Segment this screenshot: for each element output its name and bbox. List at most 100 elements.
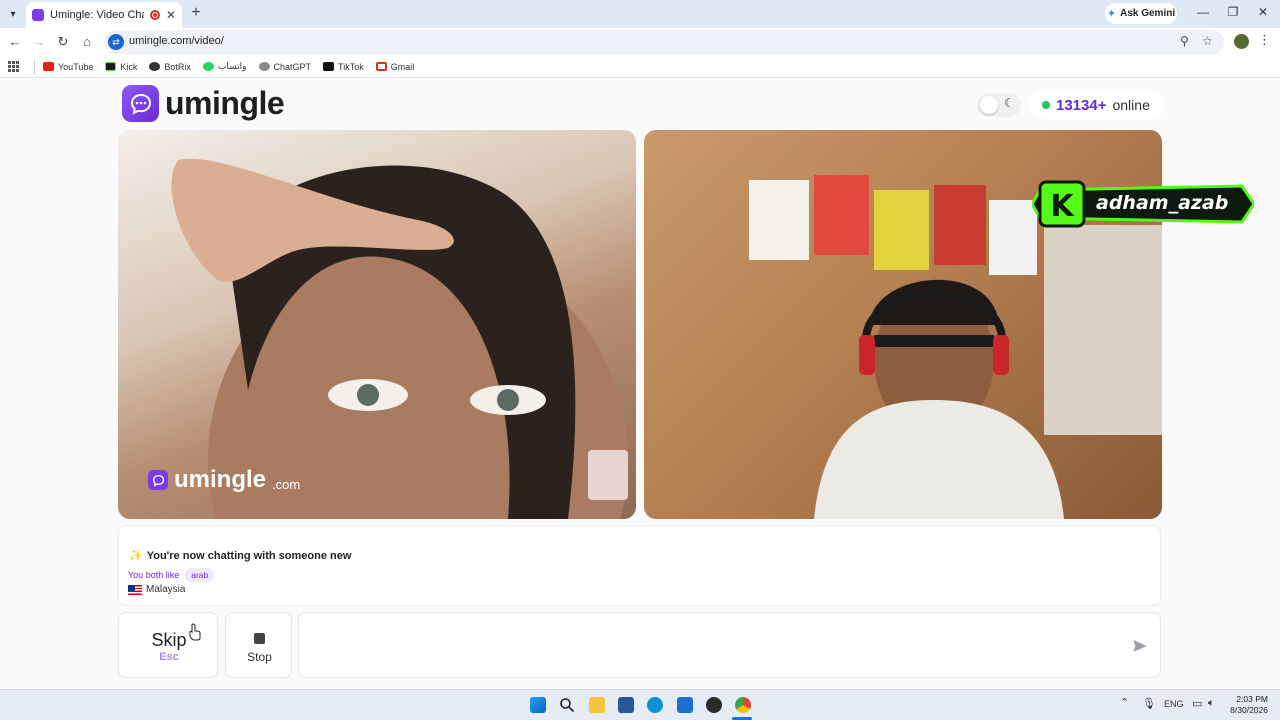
bookmark-kick[interactable]: Kick [105,62,137,72]
match-message-text: You're now chatting with someone new [146,549,352,562]
recording-indicator-icon [149,10,160,20]
windows-taskbar: ⌃ 🎙︎ ENG ▭ 🔈︎ 2:03 PM 8/30/2026 [0,689,1280,720]
stranger-video-frame [171,158,628,519]
streamer-name: adham_azab [1096,192,1229,214]
umingle-watermark: umingle .com [148,466,300,494]
malaysia-flag-icon [128,584,142,595]
watermark-text: umingle [174,466,267,493]
volume-icon[interactable]: 🔈︎ [1208,697,1215,710]
bookmark-whatsapp[interactable]: واتساب [202,61,247,72]
gemini-spark-icon: ✦ [1106,8,1117,20]
stranger-video: umingle .com [118,130,636,519]
home-icon[interactable]: ⌂ [77,32,97,52]
bookmark-tiktok[interactable]: TikTok [323,62,364,72]
zoom-icon[interactable]: ⚲ [1180,34,1189,48]
youtube-icon [43,62,54,71]
watermark-chat-icon [148,470,168,490]
kick-icon [105,62,117,71]
search-icon[interactable] [559,697,575,713]
stop-button[interactable]: Stop [225,612,292,678]
both-like-label: You both like [128,570,180,580]
match-info-card: ✨ You're now chatting with someone new Y… [118,525,1161,606]
whatsapp-icon [202,62,214,71]
chatgpt-icon [258,62,270,71]
bookmark-label: واتساب [217,61,247,71]
bookmark-chatgpt[interactable]: ChatGPT [258,62,311,72]
interest-tag: arab [185,568,215,582]
online-count: 13134+ [1056,96,1107,114]
umingle-logo[interactable]: umingle [122,85,285,122]
bookmark-gmail[interactable]: Gmail [375,61,415,72]
display-icon[interactable]: ▭ [1192,697,1202,710]
back-arrow-icon[interactable]: ← [5,32,25,52]
chat-message-input[interactable] [298,612,1161,678]
browser-menu-icon[interactable]: ⋮ [1258,32,1271,48]
profile-avatar[interactable] [1234,34,1249,49]
streamer-overlay-badge: K adham_azab [1030,176,1256,232]
gmail-icon [375,62,387,71]
online-label: online [1112,97,1150,113]
windows-start-icon[interactable] [530,697,546,713]
botrix-icon [149,62,161,71]
bookmark-label: Kick [120,61,138,72]
edge-icon[interactable] [647,697,663,713]
umingle-favicon [32,9,44,21]
tray-overflow-icon[interactable]: ⌃ [1120,696,1129,709]
tab-title: Umingle: Video Chat with S [50,9,144,21]
skip-label: Skip [151,630,187,650]
tiktok-icon [323,62,335,71]
skip-shortcut-label: Esc [159,651,179,663]
online-counter: 13134+ online [1030,91,1164,119]
forward-arrow-icon[interactable]: → [29,32,49,52]
browser-tabstrip: ▾ Umingle: Video Chat with S ✕ + ✦ Ask G… [0,0,1280,28]
address-bar[interactable]: ⇄ umingle.com/video/ ⚲ ☆ [104,30,1224,54]
file-explorer-icon[interactable] [589,697,605,713]
match-message: ✨ You're now chatting with someone new [129,549,352,563]
ask-gemini-button[interactable]: ✦ Ask Gemini [1105,3,1177,24]
apps-grid-icon[interactable] [8,60,20,73]
stop-square-icon [254,633,265,644]
window-close-icon[interactable]: ✕ [1248,5,1278,19]
reload-icon[interactable]: ↻ [53,32,73,52]
tab-search-button[interactable]: ▾ [4,5,22,23]
bookmark-botrix[interactable]: BotRix [149,62,191,72]
chrome-icon[interactable] [735,697,751,713]
toggle-knob [980,96,998,114]
outlook-icon[interactable] [677,697,693,713]
tab-close-icon[interactable]: ✕ [166,8,176,22]
input-language[interactable]: ENG [1164,699,1184,709]
browser-tab-umingle[interactable]: Umingle: Video Chat with S ✕ [26,2,182,28]
clock-date: 8/30/2026 [1230,705,1268,715]
site-info-icon[interactable]: ⇄ [108,34,124,50]
minimize-icon[interactable]: — [1188,5,1218,19]
shared-interests: You both like arab [128,568,215,582]
mouse-cursor-icon [189,623,201,641]
skip-button[interactable]: Skip Esc [118,612,218,678]
sparkles-icon: ✨ [129,550,143,562]
bookmarks-bar: YouTube Kick BotRix واتساب ChatGPT TikTo… [0,56,1280,78]
clock-time: 2:03 PM [1236,694,1268,704]
bookmark-label: YouTube [58,61,94,72]
bookmark-star-icon[interactable]: ☆ [1202,34,1213,48]
logo-text: umingle [165,85,285,121]
url-text[interactable]: umingle.com/video/ [129,35,224,47]
bookmark-youtube[interactable]: YouTube [43,62,93,72]
send-icon[interactable] [1132,638,1148,654]
system-clock[interactable]: 2:03 PM 8/30/2026 [1224,694,1268,716]
ask-gemini-label: Ask Gemini [1120,8,1176,19]
svg-text:K: K [1050,189,1075,224]
moon-icon: ☾ [1004,96,1015,110]
bookmark-label: TikTok [338,61,364,72]
bookmarks-divider [34,59,35,74]
stop-label: Stop [247,650,272,664]
dark-mode-toggle[interactable]: ☾ [977,93,1021,117]
obs-icon[interactable] [706,697,722,713]
store-icon[interactable] [618,697,634,713]
restore-icon[interactable]: ❐ [1218,5,1248,19]
watermark-suffix: .com [272,476,301,492]
new-tab-button[interactable]: + [188,5,204,21]
browser-toolbar: ← → ↻ ⌂ ⇄ umingle.com/video/ ⚲ ☆ ⋮ [0,28,1280,56]
umingle-page: umingle ☾ 13134+ online umingle .com K a… [0,79,1280,689]
bookmark-label: Gmail [390,61,415,72]
microphone-icon[interactable]: 🎙︎ [1142,697,1156,710]
